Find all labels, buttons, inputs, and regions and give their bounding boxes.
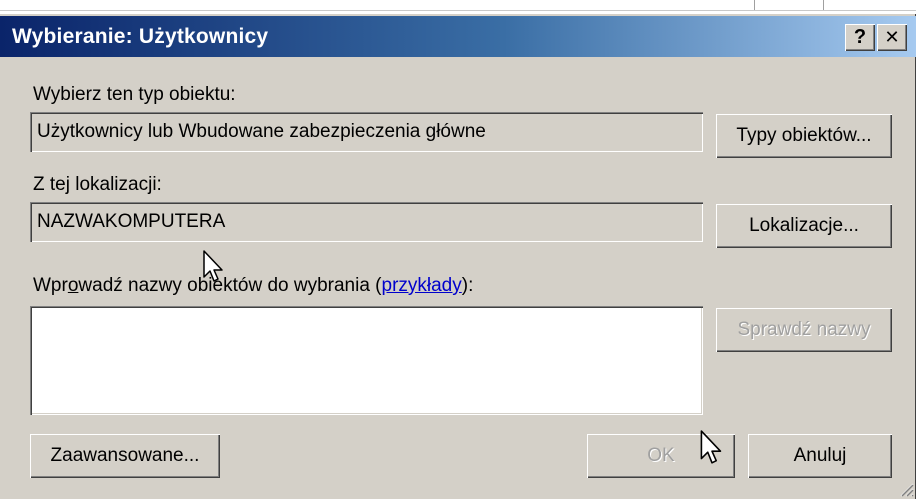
advanced-button[interactable]: Zaawansowane... bbox=[30, 434, 220, 478]
mouse-pointer-icon bbox=[203, 250, 223, 282]
object-names-input[interactable] bbox=[30, 306, 703, 415]
close-button[interactable]: ✕ bbox=[877, 24, 907, 51]
window-title: Wybieranie: Użytkownicy bbox=[12, 25, 269, 48]
background-tick bbox=[754, 0, 755, 10]
resize-grip-icon[interactable] bbox=[898, 481, 914, 497]
background-window-strip bbox=[0, 0, 916, 14]
object-types-button[interactable]: Typy obiektów... bbox=[716, 114, 892, 158]
object-type-field: Użytkownicy lub Wbudowane zabezpieczenia… bbox=[30, 112, 703, 152]
cancel-button[interactable]: Anuluj bbox=[748, 434, 892, 478]
object-type-label: Wybierz ten typ obiektu: bbox=[33, 84, 236, 105]
background-tick bbox=[823, 0, 824, 10]
help-button[interactable]: ? bbox=[845, 24, 875, 51]
mouse-pointer-icon bbox=[700, 430, 722, 464]
select-users-dialog: Wybieranie: Użytkownicy ? ✕ Wybierz ten … bbox=[0, 14, 916, 499]
close-icon: ✕ bbox=[884, 27, 900, 47]
title-bar[interactable]: Wybieranie: Użytkownicy ? ✕ bbox=[0, 16, 916, 57]
names-label: Wprowadź nazwy obiektów do wybrania (prz… bbox=[33, 275, 473, 297]
names-label-part: wadź nazwy obiektów do wybrania ( bbox=[78, 275, 382, 296]
names-label-part: ): bbox=[461, 275, 474, 296]
examples-link[interactable]: przykłady bbox=[382, 275, 462, 296]
location-field: NAZWAKOMPUTERA bbox=[30, 202, 703, 242]
locations-button[interactable]: Lokalizacje... bbox=[716, 204, 892, 248]
names-label-part: Wpr bbox=[33, 275, 68, 296]
check-names-button[interactable]: Sprawdź nazwy bbox=[716, 308, 892, 352]
location-label: Z tej lokalizacji: bbox=[33, 174, 162, 195]
names-label-accelerator: o bbox=[67, 275, 79, 296]
background-line bbox=[0, 10, 916, 11]
